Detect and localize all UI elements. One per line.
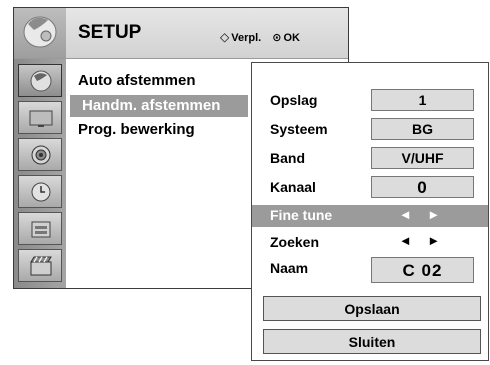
systeem-value[interactable]: BG	[371, 118, 474, 140]
systeem-row[interactable]: Systeem BG	[252, 118, 488, 142]
zoeken-arrows-icon[interactable]: ◄ ►	[371, 233, 474, 248]
hint-ok-label: OK	[283, 32, 300, 44]
picture-category-button[interactable]	[18, 101, 62, 134]
fine-tune-label: Fine tune	[270, 207, 333, 223]
zoeken-label: Zoeken	[270, 234, 320, 250]
category-sidebar	[14, 59, 66, 288]
kanaal-value[interactable]: 0	[371, 176, 474, 198]
audio-category-button[interactable]	[18, 138, 62, 171]
systeem-label: Systeem	[270, 121, 328, 137]
zoeken-row[interactable]: Zoeken ◄ ►	[252, 231, 488, 255]
manual-tuning-panel: Opslag 1 Systeem BG Band V/UHF Kanaal 0 …	[251, 62, 489, 361]
time-category-button[interactable]	[18, 175, 62, 208]
naam-row[interactable]: Naam C 02	[252, 257, 488, 283]
opslaan-button[interactable]: Opslaan	[263, 296, 481, 321]
opslag-row[interactable]: Opslag 1	[252, 89, 488, 113]
ok-button-icon: ⊙	[272, 32, 282, 44]
menu-item-prog-bewerking[interactable]: Prog. bewerking	[78, 121, 195, 138]
setup-icon	[30, 70, 52, 92]
navigation-arrows-icon: ◇	[220, 30, 230, 44]
sluiten-button[interactable]: Sluiten	[263, 329, 481, 354]
menu-item-auto-afstemmen[interactable]: Auto afstemmen	[78, 72, 196, 89]
band-value[interactable]: V/UHF	[371, 147, 474, 169]
naam-value[interactable]: C 02	[371, 257, 474, 283]
setup-header: SETUP ◇ Verpl. ⊙ OK	[14, 8, 348, 59]
page-title: SETUP	[78, 22, 142, 43]
lock-category-button[interactable]	[18, 249, 62, 282]
setup-logo-icon	[14, 8, 66, 58]
menu-item-handm-afstemmen[interactable]: Handm. afstemmen	[70, 95, 248, 117]
picture-icon	[29, 110, 53, 127]
opslag-label: Opslag	[270, 92, 318, 108]
kanaal-row[interactable]: Kanaal 0	[252, 176, 488, 200]
fine-tune-row[interactable]: Fine tune ◄ ►	[252, 205, 488, 227]
kanaal-label: Kanaal	[270, 179, 316, 195]
option-category-button[interactable]	[18, 212, 62, 245]
hint-move-label: Verpl.	[231, 32, 262, 44]
option-icon	[31, 221, 51, 238]
band-row[interactable]: Band V/UHF	[252, 147, 488, 171]
band-label: Band	[270, 150, 305, 166]
fine-tune-arrows-icon[interactable]: ◄ ►	[371, 207, 474, 222]
opslag-value[interactable]: 1	[371, 89, 474, 111]
key-hint: ◇ Verpl. ⊙ OK	[220, 30, 300, 44]
lock-icon	[30, 256, 52, 276]
setup-category-button[interactable]	[18, 64, 62, 97]
time-icon	[31, 182, 51, 202]
audio-icon	[31, 145, 51, 165]
naam-label: Naam	[270, 260, 309, 276]
